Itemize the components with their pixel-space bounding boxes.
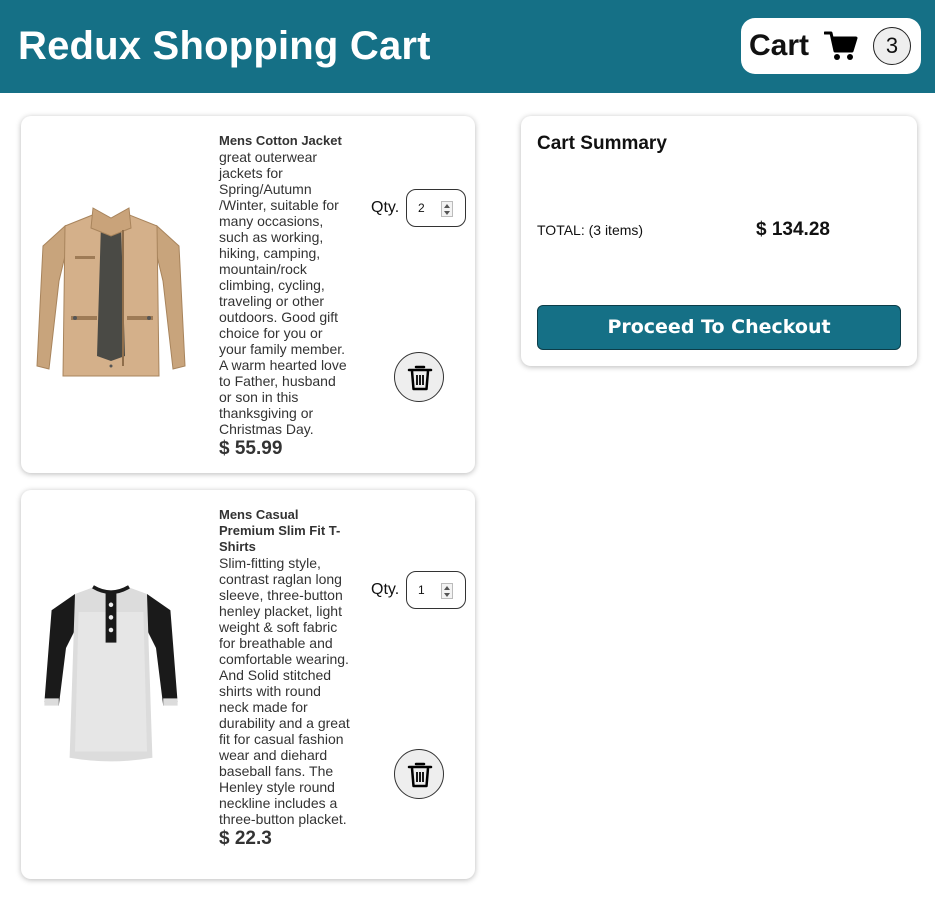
chevron-down-icon[interactable] (444, 211, 450, 215)
item-price: $ 55.99 (219, 438, 283, 459)
qty-value: 2 (418, 201, 425, 215)
jacket-image (36, 207, 186, 377)
item-description: Slim-fitting style, contrast raglan long… (219, 555, 350, 827)
checkout-button[interactable]: Proceed To Checkout (537, 305, 901, 350)
item-name: Mens Casual Premium Slim Fit T-Shirts (219, 507, 341, 554)
remove-item-button[interactable] (394, 352, 444, 402)
quantity-stepper[interactable]: 1 (406, 571, 466, 609)
chevron-down-icon[interactable] (444, 593, 450, 597)
app-header: Redux Shopping Cart Cart 3 (0, 0, 935, 93)
item-info: Mens Cotton Jacket great outerwear jacke… (219, 133, 351, 460)
spinner-arrows[interactable] (441, 583, 453, 599)
chevron-up-icon[interactable] (444, 204, 450, 208)
tshirt-image (44, 585, 178, 762)
trash-icon (407, 762, 433, 788)
cart-count-badge: 3 (873, 27, 911, 65)
cart-item-card: Mens Cotton Jacket great outerwear jacke… (21, 116, 475, 473)
total-value: $ 134.28 (756, 219, 830, 240)
qty-label: Qty. (371, 199, 400, 216)
item-info: Mens Casual Premium Slim Fit T-Shirts Sl… (219, 507, 351, 850)
qty-value: 1 (418, 583, 425, 597)
app-title: Redux Shopping Cart (18, 24, 431, 68)
cart-item-card: Mens Casual Premium Slim Fit T-Shirts Sl… (21, 490, 475, 879)
item-price: $ 22.3 (219, 828, 272, 849)
item-name: Mens Cotton Jacket (219, 133, 342, 148)
quantity-stepper[interactable]: 2 (406, 189, 466, 227)
shopping-cart-icon (824, 31, 858, 60)
total-label: TOTAL: (3 items) (537, 222, 644, 238)
cart-button[interactable]: Cart 3 (741, 18, 921, 74)
spinner-arrows[interactable] (441, 201, 453, 217)
remove-item-button[interactable] (394, 749, 444, 799)
item-description: great outerwear jackets for Spring/Autum… (219, 149, 347, 437)
cart-summary-card: Cart Summary TOTAL: (3 items) $ 134.28 P… (521, 116, 917, 366)
trash-icon (407, 365, 433, 391)
qty-label: Qty. (371, 581, 400, 598)
cart-label: Cart (749, 29, 810, 62)
summary-title: Cart Summary (537, 133, 667, 154)
chevron-up-icon[interactable] (444, 586, 450, 590)
